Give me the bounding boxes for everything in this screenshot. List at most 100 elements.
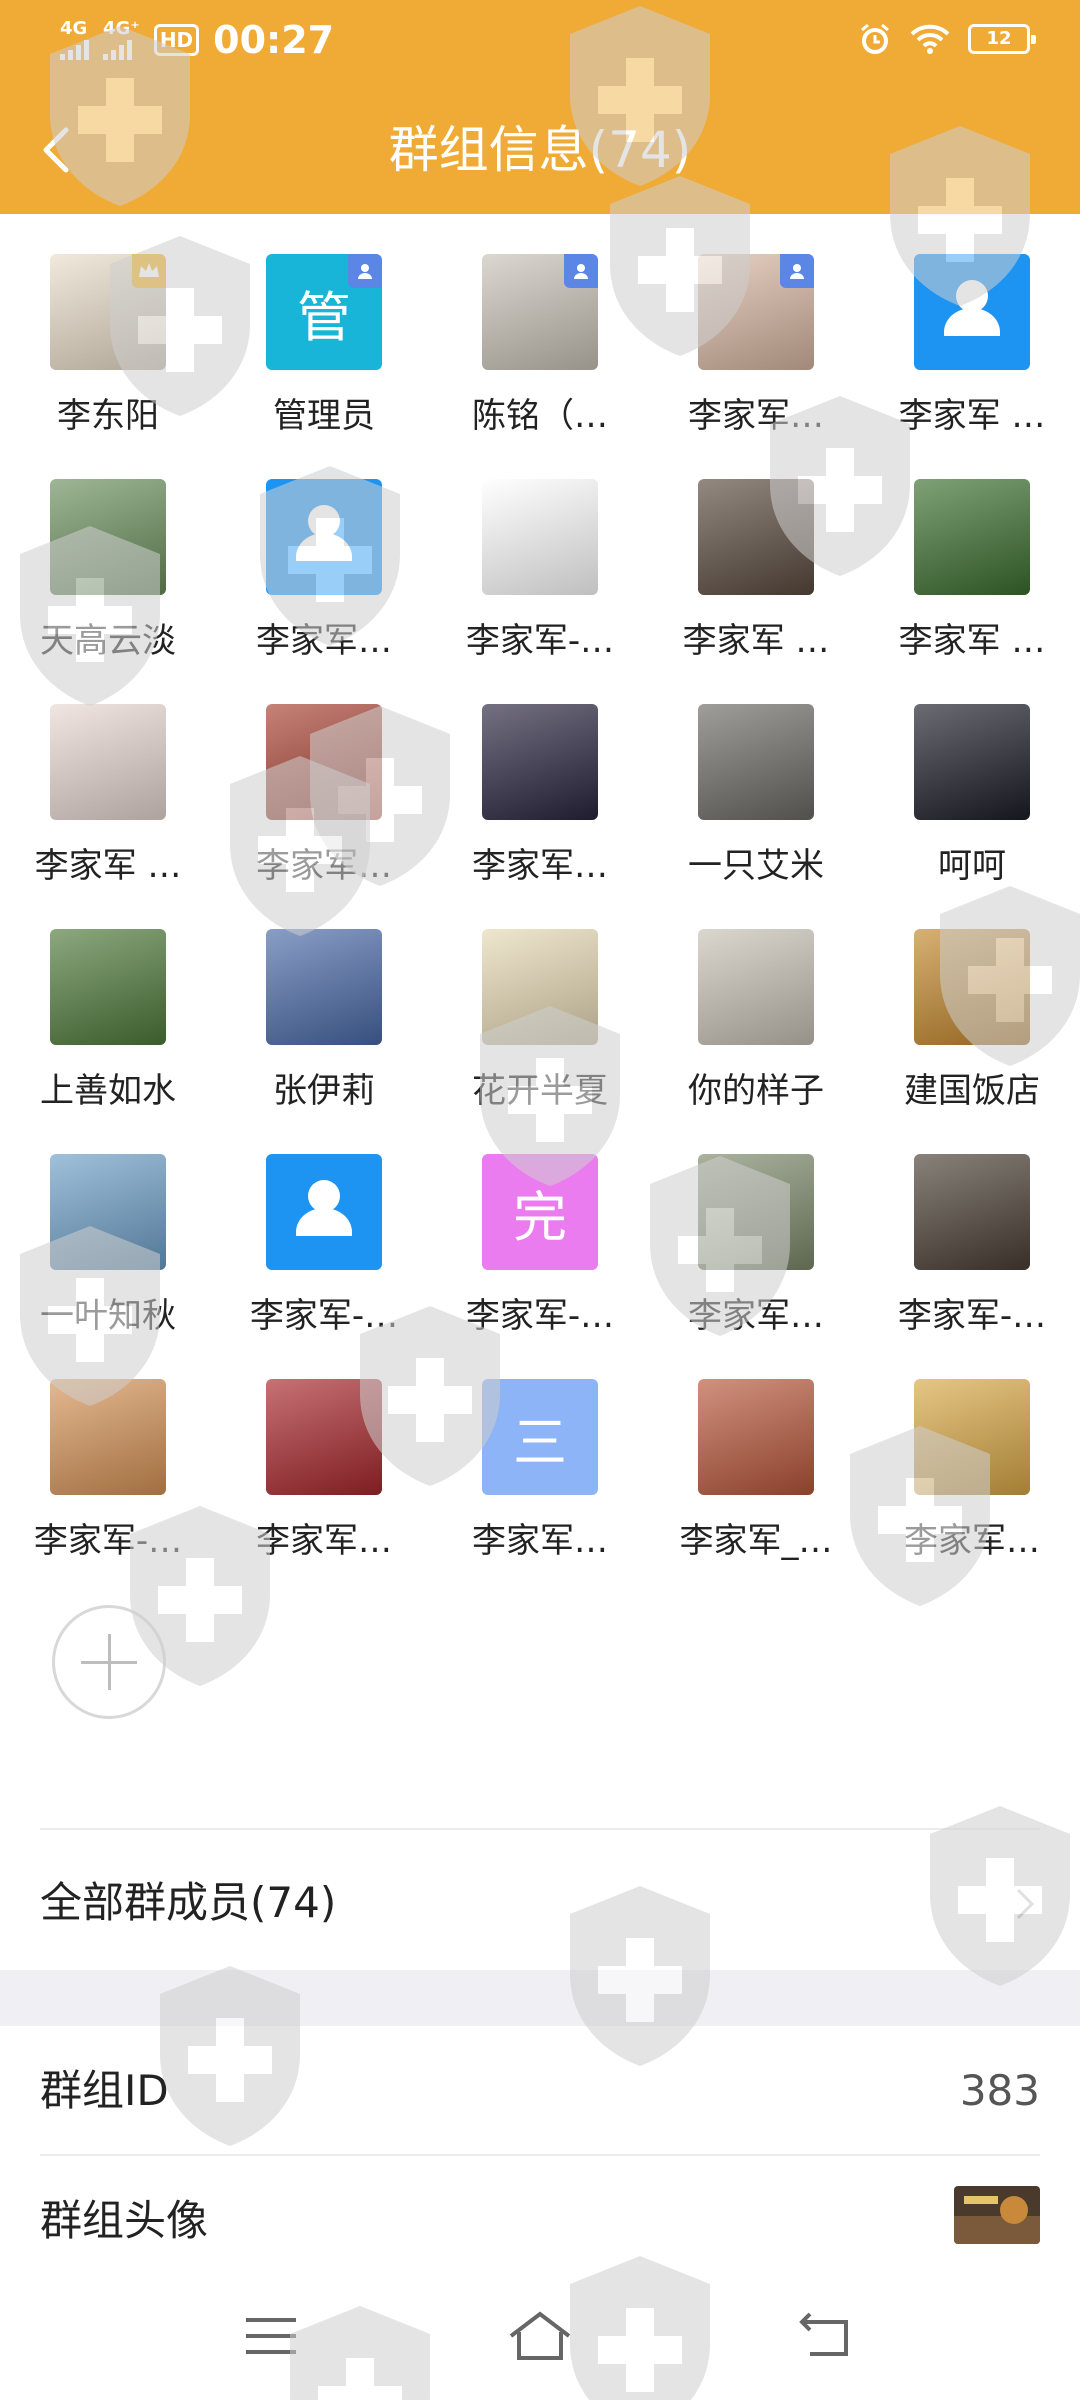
member-name: 建国饭店 (904, 1071, 1040, 1111)
group-avatar-row[interactable]: 群组头像 (0, 2156, 1080, 2286)
member-item[interactable]: 李家军_… (648, 1359, 864, 1583)
alarm-icon (861, 23, 889, 54)
all-members-row[interactable]: 全部群成员(74) (0, 1838, 1080, 1968)
member-item[interactable]: 李家军… (216, 459, 432, 683)
group-id-row[interactable]: 群组ID 383 (0, 2026, 1080, 2156)
signal-2: 4G⁺ (103, 20, 140, 60)
member-avatar: 三 (482, 1379, 598, 1495)
member-name: 李家军… (256, 846, 392, 886)
member-avatar (482, 929, 598, 1045)
member-item[interactable]: 李家军… (648, 1134, 864, 1358)
member-avatar (50, 254, 166, 370)
member-avatar: 完 (482, 1154, 598, 1270)
member-name: 李家军-… (33, 1521, 183, 1561)
member-name: 李家军… (256, 1521, 392, 1561)
member-name: 呵呵 (938, 846, 1006, 886)
member-name: 一叶知秋 (40, 1296, 176, 1336)
member-avatar (50, 704, 166, 820)
network-type-2: 4G⁺ (103, 18, 140, 39)
nav-bar: 群组信息(74) (0, 100, 1080, 200)
member-item[interactable]: 建国饭店 (864, 909, 1080, 1133)
member-name: 上善如水 (40, 1071, 176, 1111)
member-item[interactable]: 李家军… (864, 1359, 1080, 1583)
member-item[interactable]: 李家军 … (0, 684, 216, 908)
member-item[interactable]: 三李家军… (432, 1359, 648, 1583)
member-item[interactable]: 李家军… (216, 1359, 432, 1583)
member-item[interactable]: 李家军… (432, 684, 648, 908)
member-avatar (50, 1379, 166, 1495)
member-avatar (50, 479, 166, 595)
member-item[interactable]: 管管理员 (216, 234, 432, 458)
member-avatar (914, 929, 1030, 1045)
member-name: 管理员 (273, 396, 375, 436)
chevron-right-icon (1016, 1888, 1035, 1920)
status-bar: 4G 4G⁺ HD 00:27 12 (0, 0, 1080, 80)
member-name: 李家军 … (34, 846, 182, 886)
member-avatar (266, 479, 382, 595)
member-avatar (914, 704, 1030, 820)
admin-icon (348, 254, 382, 288)
member-item[interactable]: 一只艾米 (648, 684, 864, 908)
member-item[interactable]: 上善如水 (0, 909, 216, 1133)
member-avatar (482, 254, 598, 370)
member-name: 你的样子 (688, 1071, 824, 1111)
member-item[interactable]: 李家军 … (864, 459, 1080, 683)
signal-bars-icon (60, 38, 89, 60)
member-item[interactable]: 李家军-… (216, 1134, 432, 1358)
system-nav-bar (0, 2270, 1080, 2400)
battery-icon: 12 (968, 24, 1036, 54)
member-name: 李家军-… (465, 621, 615, 661)
member-avatar (266, 1379, 382, 1495)
member-avatar (266, 929, 382, 1045)
member-name: 李家军… (256, 621, 392, 661)
member-item[interactable]: 李家军-… (864, 1134, 1080, 1358)
member-item[interactable]: 张伊莉 (216, 909, 432, 1133)
add-member-button[interactable] (52, 1605, 166, 1719)
member-item[interactable]: 李家军-… (0, 1359, 216, 1583)
signal-bars-icon (103, 38, 132, 60)
member-item[interactable]: 李家军 … (648, 459, 864, 683)
member-name: 李家军… (688, 396, 824, 436)
avatar-initial: 完 (513, 1185, 567, 1249)
member-name: 李东阳 (57, 396, 159, 436)
member-avatar (50, 929, 166, 1045)
member-item[interactable]: 完李家军-… (432, 1134, 648, 1358)
admin-icon (780, 254, 814, 288)
member-name: 李家军 … (898, 396, 1046, 436)
member-item[interactable]: 李家军-… (432, 459, 648, 683)
member-item[interactable]: 一叶知秋 (0, 1134, 216, 1358)
admin-icon (564, 254, 598, 288)
back-nav-icon[interactable] (790, 2306, 860, 2366)
group-id-label: 群组ID (40, 2066, 169, 2115)
all-members-label: 全部群成员(74) (40, 1878, 337, 1927)
member-item[interactable]: 李家军… (648, 234, 864, 458)
default-user-icon (944, 280, 1000, 336)
member-item[interactable]: 李东阳 (0, 234, 216, 458)
menu-icon[interactable] (236, 2306, 306, 2366)
member-avatar (914, 1154, 1030, 1270)
member-item[interactable]: 李家军 … (864, 234, 1080, 458)
member-avatar (914, 1379, 1030, 1495)
member-avatar (266, 1154, 382, 1270)
member-item[interactable]: 陈铭（… (432, 234, 648, 458)
crown-icon (132, 254, 166, 288)
member-name: 张伊莉 (273, 1071, 375, 1111)
member-name: 陈铭（… (472, 396, 608, 436)
avatar-initial: 三 (513, 1410, 567, 1474)
member-item[interactable]: 天高云淡 (0, 459, 216, 683)
member-item[interactable]: 呵呵 (864, 684, 1080, 908)
member-item[interactable]: 你的样子 (648, 909, 864, 1133)
member-name: 花开半夏 (472, 1071, 608, 1111)
member-item[interactable]: 花开半夏 (432, 909, 648, 1133)
member-avatar (698, 479, 814, 595)
default-user-icon (296, 1180, 352, 1236)
home-icon[interactable] (505, 2306, 575, 2366)
section-gap (0, 1970, 1080, 2026)
member-avatar (482, 704, 598, 820)
member-item[interactable]: 李家军… (216, 684, 432, 908)
member-name: 李家军-… (897, 1296, 1047, 1336)
member-avatar: 管 (266, 254, 382, 370)
member-name: 一只艾米 (688, 846, 824, 886)
group-avatar-image (954, 2186, 1040, 2244)
member-name: 李家军… (904, 1521, 1040, 1561)
